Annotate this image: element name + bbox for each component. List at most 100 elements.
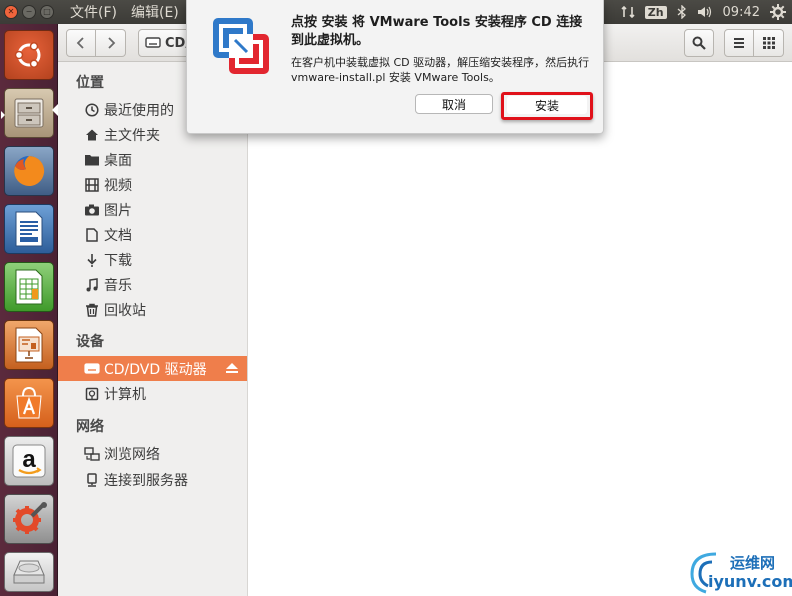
document-icon [84, 227, 100, 243]
bluetooth-icon[interactable] [677, 5, 687, 19]
watermark: 运维网 iyunv.com [686, 548, 792, 594]
network-transfer-icon[interactable] [621, 5, 635, 19]
film-icon [84, 177, 100, 193]
clock[interactable]: 09:42 [723, 5, 760, 20]
sidebar-item-label: 视频 [104, 177, 132, 194]
back-button[interactable] [66, 29, 96, 57]
settings-wrench-icon [13, 502, 47, 534]
sidebar-item-desktop[interactable]: 桌面 [58, 147, 247, 172]
settings-gear-icon[interactable] [770, 4, 786, 20]
sidebar-item-trash[interactable]: 回收站 [58, 297, 247, 322]
sidebar-item-downloads[interactable]: 下载 [58, 247, 247, 272]
folder-icon [84, 152, 100, 168]
view-mode-toggle [724, 29, 784, 57]
launcher-writer-button[interactable] [4, 204, 54, 254]
launcher-amazon-button[interactable]: a [4, 436, 54, 486]
launcher-firefox-button[interactable] [4, 146, 54, 196]
shopping-bag-icon [16, 386, 42, 419]
search-button[interactable] [684, 29, 714, 57]
sidebar-item-label: 音乐 [104, 277, 132, 294]
maximize-icon[interactable]: □ [40, 5, 54, 19]
menu-file[interactable]: 文件(F) [70, 2, 117, 22]
optical-drive-icon [145, 37, 161, 48]
indicator-area: Zh 09:42 [621, 0, 786, 24]
home-icon [84, 127, 100, 143]
sidebar-item-browse-network[interactable]: 浏览网络 [58, 441, 247, 466]
chevron-left-icon [76, 37, 84, 49]
download-icon [84, 252, 100, 268]
computer-drive-icon [84, 386, 100, 402]
watermark-text-en: iyunv.com [708, 572, 792, 591]
optical-drive-icon [84, 361, 100, 377]
spreadsheet-icon [15, 269, 43, 305]
volume-icon[interactable] [697, 5, 713, 19]
launcher-system-settings-button[interactable] [4, 494, 54, 544]
music-note-icon [84, 277, 100, 293]
firefox-icon [14, 155, 45, 186]
history-nav [66, 29, 126, 57]
optical-drive-icon [13, 560, 45, 584]
launcher-dash-button[interactable] [4, 30, 54, 80]
watermark-text-cn: 运维网 [730, 554, 776, 572]
sidebar-item-label: 桌面 [104, 152, 132, 169]
input-method-indicator[interactable]: Zh [644, 5, 667, 19]
grid-icon [762, 37, 775, 49]
sidebar-item-videos[interactable]: 视频 [58, 172, 247, 197]
amazon-icon: a [12, 444, 46, 478]
sidebar-item-label: 下载 [104, 252, 132, 269]
network-heading: 网络 [76, 419, 104, 435]
sidebar-item-computer[interactable]: 计算机 [58, 381, 247, 406]
sidebar-item-pictures[interactable]: 图片 [58, 197, 247, 222]
sidebar-item-connect-to-server[interactable]: 连接到服务器 [58, 467, 247, 492]
sidebar-item-label: 回收站 [104, 302, 146, 319]
list-view-button[interactable] [724, 29, 754, 57]
sidebar-item-label: 文档 [104, 227, 132, 244]
file-cabinet-icon [14, 98, 44, 128]
sidebar-item-music[interactable]: 音乐 [58, 272, 247, 297]
window-controls: ✕ − □ [4, 5, 54, 19]
camera-icon [84, 202, 100, 218]
presentation-icon [15, 327, 43, 363]
dialog-title: 点按 安装 将 VMware Tools 安装程序 CD 连接到此虚拟机。 [291, 15, 583, 48]
document-writer-icon [15, 211, 43, 247]
minimize-icon[interactable]: − [22, 5, 36, 19]
launcher-calc-button[interactable] [4, 262, 54, 312]
dialog-description: 在客户机中装载虚拟 CD 驱动器，解压缩安装程序，然后执行 vmware-ins… [291, 56, 590, 84]
eject-icon[interactable] [225, 362, 239, 378]
clock-icon [84, 102, 100, 118]
places-heading: 位置 [76, 75, 104, 91]
close-icon[interactable]: ✕ [4, 5, 18, 19]
vmware-logo-icon [213, 18, 269, 74]
network-icon [84, 446, 100, 462]
sidebar-item-label: 浏览网络 [104, 446, 160, 463]
svg-text:a: a [22, 446, 36, 473]
menu-bar: 文件(F) 编辑(E) [70, 2, 179, 22]
sidebar-item-cd-dvd-drive[interactable]: CD/DVD 驱动器 [58, 356, 247, 381]
sidebar-item-label: 主文件夹 [104, 127, 160, 144]
chevron-right-icon [107, 37, 115, 49]
places-sidebar: 位置 最近使用的 主文件夹 桌面 视频 图片 文档 下载 音乐 回收站 设备 C… [52, 62, 248, 596]
launcher-software-center-button[interactable] [4, 378, 54, 428]
launcher-impress-button[interactable] [4, 320, 54, 370]
ubuntu-logo-icon [14, 42, 41, 68]
launcher-files-button[interactable] [1, 88, 54, 138]
list-icon [734, 38, 744, 48]
sidebar-item-label: 计算机 [104, 386, 146, 403]
install-button[interactable]: 安装 [507, 96, 587, 114]
file-view-area[interactable] [249, 62, 792, 596]
sidebar-item-label: CD/DVD 驱动器 [104, 361, 207, 378]
search-icon [692, 36, 706, 50]
trash-icon [84, 302, 100, 318]
grid-view-button[interactable] [754, 29, 784, 57]
sidebar-item-label: 最近使用的 [104, 102, 174, 119]
launcher: a [0, 24, 58, 596]
devices-heading: 设备 [76, 334, 104, 350]
toolbar-right-actions [684, 29, 784, 57]
menu-edit[interactable]: 编辑(E) [131, 2, 179, 22]
sidebar-item-label: 图片 [104, 202, 132, 219]
vmware-tools-dialog: 点按 安装 将 VMware Tools 安装程序 CD 连接到此虚拟机。 在客… [186, 0, 604, 134]
launcher-cd-drive-button[interactable] [4, 552, 54, 592]
forward-button[interactable] [96, 29, 126, 57]
cancel-button[interactable]: 取消 [415, 94, 493, 114]
sidebar-item-documents[interactable]: 文档 [58, 222, 247, 247]
